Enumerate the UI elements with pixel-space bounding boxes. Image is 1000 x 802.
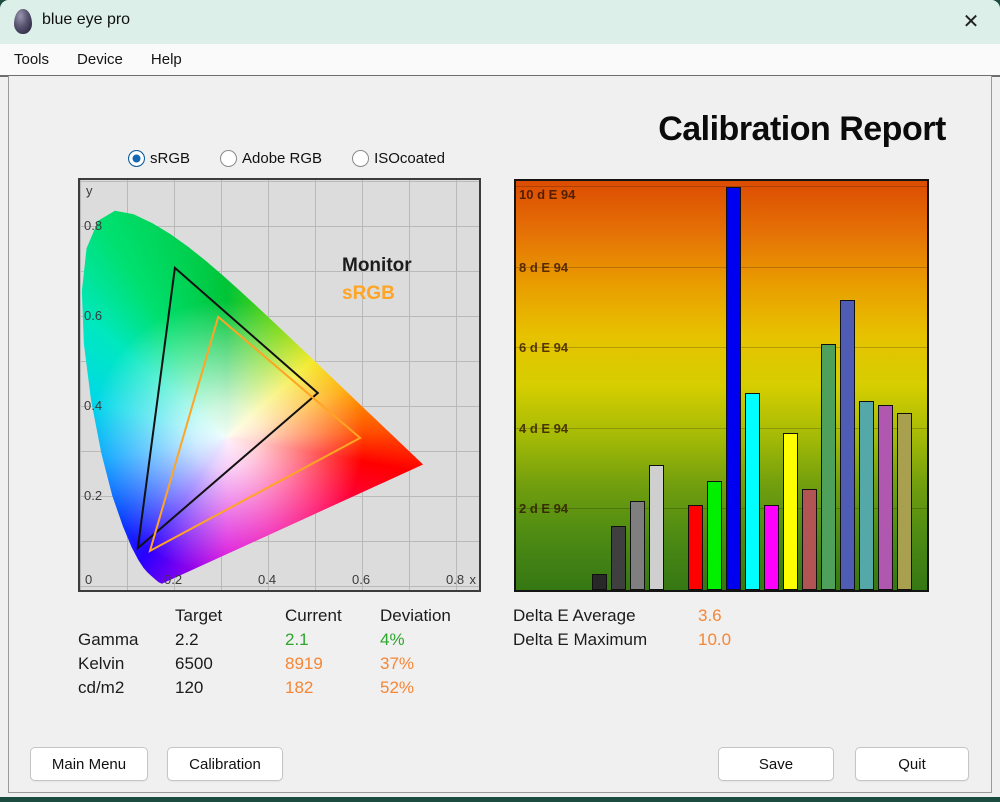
chart-gridline-6 (516, 347, 927, 348)
row-label-gamma: Gamma (78, 630, 139, 649)
y-tick-0.4: 0.4 (84, 398, 103, 413)
delta-e-summary: Delta E Average 3.6 Delta E Maximum 10.0 (513, 606, 731, 650)
radio-option-srgb[interactable]: sRGB (128, 150, 190, 167)
delta-e-bar-chart: 2 d E 94 4 d E 94 6 d E 94 8 d E 94 10 d E 9… (514, 179, 929, 592)
deviation-value: 37% (380, 654, 415, 673)
row-label-cdm2: cd/m2 (78, 678, 125, 697)
legend-srgb-label: sRGB (342, 283, 395, 304)
x-tick-0.4: 0.4 (258, 572, 277, 587)
window-title: blue eye pro (42, 11, 131, 28)
target-value: 2.2 (175, 630, 199, 649)
bar-dark-gray-1 (592, 574, 607, 590)
y-axis-label: y (86, 183, 93, 198)
row-label-kelvin: Kelvin (78, 654, 125, 673)
chart-axis-label-6: 6 d E 94 (519, 340, 569, 355)
bar-green (707, 481, 722, 590)
chart-gridline-10 (516, 186, 927, 187)
app-window: blue eye pro ✕ Tools Device Help Calibrati… (0, 0, 1000, 797)
radio-label: Adobe RGB (242, 150, 323, 167)
bar-magenta (764, 505, 779, 590)
calibration-button[interactable]: Calibration (167, 747, 283, 781)
current-value: 182 (285, 678, 314, 697)
radio-option-isocoated[interactable]: ISOcoated (352, 150, 445, 167)
bar-orchid (878, 405, 893, 590)
table-corner (78, 606, 175, 626)
bar-olive (897, 413, 912, 590)
delta-e-average-value: 3.6 (698, 606, 722, 625)
radio-unselected-icon[interactable] (220, 150, 238, 167)
current-value: 8919 (285, 654, 323, 673)
radio-option-adobe-rgb[interactable]: Adobe RGB (220, 150, 322, 167)
x-tick-0.2: 0.2 (164, 572, 183, 587)
bar-cyan (745, 393, 760, 590)
x-axis-label: x (469, 572, 477, 587)
srgb-gamut-triangle (148, 315, 362, 553)
profile-radio-group: sRGB Adobe RGB ISOcoated (128, 150, 445, 167)
deviation-value: 4% (380, 630, 405, 649)
measurement-table: Target Current Deviation Gamma 2.2 2.1 4% Kelvi… (78, 606, 475, 698)
table-header-target: Target (175, 606, 223, 625)
deviation-value: 52% (380, 678, 415, 697)
radio-unselected-icon[interactable] (352, 150, 370, 167)
chart-axis-label-10: 10 d E 94 (519, 187, 576, 202)
chart-axis-label-8: 8 d E 94 (519, 260, 569, 275)
bar-teal (859, 401, 874, 590)
radio-selected-icon[interactable] (128, 150, 145, 167)
bar-light-gray (649, 465, 664, 590)
target-value: 120 (175, 678, 204, 697)
radio-label: ISOcoated (374, 150, 445, 167)
bar-gray (630, 501, 645, 590)
y-tick-0.6: 0.6 (84, 308, 103, 323)
bar-mid-green (821, 344, 836, 590)
legend-monitor-label: Monitor (342, 255, 412, 276)
menu-item-tools[interactable]: Tools (0, 51, 63, 68)
bar-dark-gray-2 (611, 526, 626, 590)
y-tick-0.8: 0.8 (84, 218, 103, 233)
current-value: 2.1 (285, 630, 309, 649)
chart-axis-label-2: 2 d E 94 (519, 501, 569, 516)
y-tick-0.2: 0.2 (84, 488, 103, 503)
save-button[interactable]: Save (718, 747, 834, 781)
chart-gridline-8 (516, 267, 927, 268)
gamut-legend: Monitor sRGB (342, 252, 412, 308)
quit-button[interactable]: Quit (855, 747, 969, 781)
table-header-deviation: Deviation (380, 606, 451, 625)
origin-tick: 0 (85, 572, 93, 587)
menu-bar: Tools Device Help (0, 44, 1000, 75)
radio-label: sRGB (150, 150, 191, 167)
delta-e-maximum-value: 10.0 (698, 630, 732, 649)
bar-brown (802, 489, 817, 590)
main-menu-button[interactable]: Main Menu (30, 747, 148, 781)
page-title: Calibration Report (658, 110, 946, 148)
x-tick-0.8: 0.8 (446, 572, 465, 587)
bar-blue (726, 187, 741, 590)
gamut-triangles (136, 265, 362, 553)
x-tick-0.6: 0.6 (352, 572, 371, 587)
bar-red (688, 505, 703, 590)
monitor-gamut-triangle (136, 265, 320, 551)
menu-item-device[interactable]: Device (63, 51, 137, 68)
table-header-current: Current (285, 606, 342, 625)
delta-e-maximum-label: Delta E Maximum (513, 630, 648, 649)
chromaticity-diagram: y 0 x 0.2 0.4 0.6 0.8 0.2 0.4 0.6 0.8 Monitor sRGB (78, 178, 481, 592)
close-icon[interactable]: ✕ (956, 8, 986, 36)
bar-yellow (783, 433, 798, 590)
menu-item-help[interactable]: Help (137, 51, 196, 68)
delta-e-average-label: Delta E Average (513, 606, 636, 625)
app-egg-icon (14, 9, 32, 34)
chart-axis-label-4: 4 d E 94 (519, 421, 569, 436)
bar-slate-blue (840, 300, 855, 590)
title-bar: blue eye pro ✕ (0, 0, 1000, 44)
target-value: 6500 (175, 654, 213, 673)
